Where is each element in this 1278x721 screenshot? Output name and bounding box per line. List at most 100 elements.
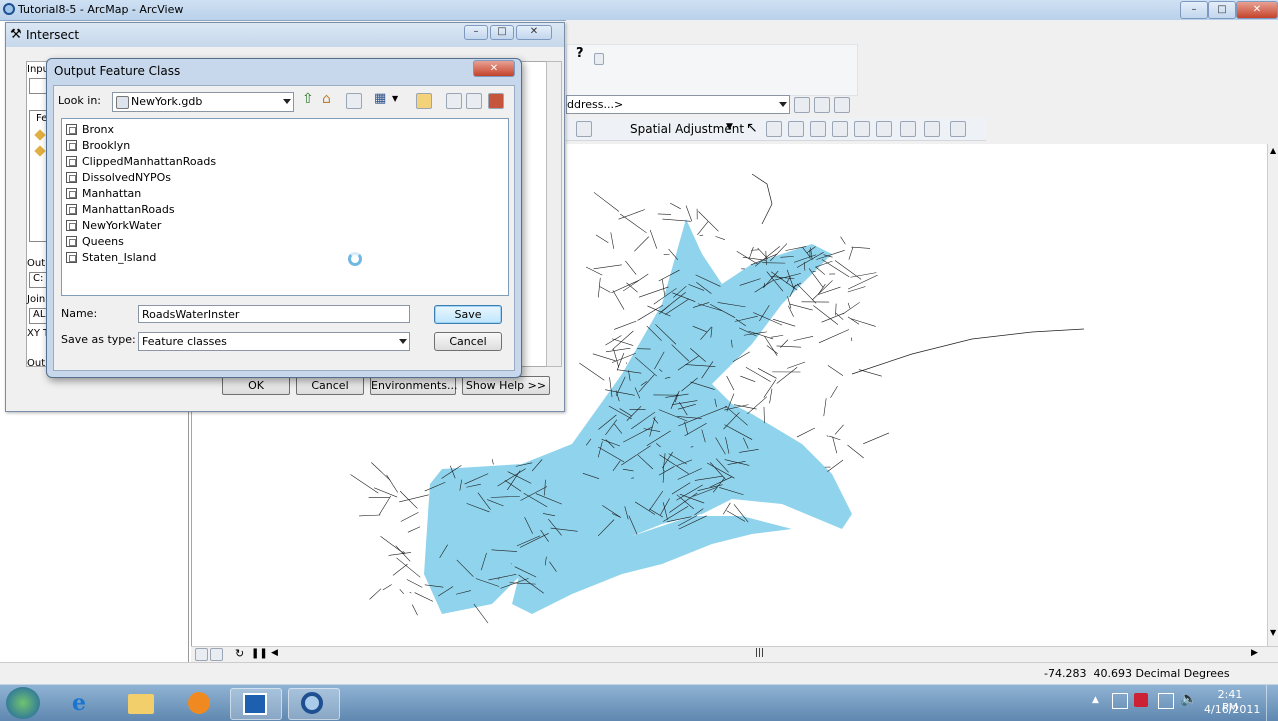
edge-match-icon[interactable] — [924, 121, 940, 137]
intersect-maximize-button[interactable]: □ — [490, 25, 514, 40]
ok-button[interactable]: OK — [222, 376, 290, 395]
attribute-transfer-icon[interactable] — [900, 121, 916, 137]
intersect-close-button[interactable]: ✕ — [516, 25, 552, 40]
taskbar: e ▲ 🔈 2:41 PM 4/16/2011 — [0, 684, 1278, 721]
view-menu-chevron-icon[interactable]: ▼ — [392, 94, 398, 103]
refresh-icon[interactable]: ↻ — [235, 647, 244, 660]
internet-explorer-icon[interactable]: e — [58, 688, 108, 718]
catalog-options-icon[interactable] — [446, 93, 462, 109]
polygon-feature-class-icon — [66, 140, 77, 151]
scroll-up-icon[interactable]: ▲ — [1270, 146, 1276, 155]
table-of-contents-pane[interactable] — [0, 410, 189, 662]
look-in-value: NewYork.gdb — [131, 95, 202, 108]
up-one-level-icon[interactable]: ⇧ — [302, 91, 314, 107]
review-icon[interactable] — [834, 97, 850, 113]
file-list-item[interactable]: Manhattan — [66, 186, 266, 202]
media-player-icon[interactable] — [174, 688, 224, 718]
file-list-item[interactable]: DissolvedNYPOs — [66, 170, 266, 186]
app-title: Tutorial8-5 - ArcMap - ArcView — [18, 3, 183, 16]
toolbar-area: ? ddress...> Spatial Adjustment ▼ ↖ — [566, 20, 1278, 144]
minimize-button[interactable]: – — [1180, 1, 1208, 19]
action-center-icon[interactable] — [1112, 693, 1128, 709]
help-icon[interactable]: ? — [576, 46, 584, 61]
file-list-item[interactable]: Brooklyn — [66, 138, 266, 154]
file-list-item-label: Queens — [82, 235, 124, 248]
data-view-icon[interactable] — [195, 648, 208, 661]
scroll-right-icon[interactable]: ▶ — [1251, 648, 1258, 658]
file-list-item-label: NewYorkWater — [82, 219, 161, 232]
intersect-scrollbar[interactable] — [546, 61, 562, 367]
home-icon[interactable]: ⌂ — [322, 91, 331, 107]
map-horizontal-scrollbar[interactable]: ↻ ❚❚ ◀ ||| ▶ — [191, 646, 1278, 663]
file-list-item-label: ClippedManhattanRoads — [82, 155, 216, 168]
link-tool-icon[interactable] — [788, 121, 804, 137]
volume-icon[interactable]: 🔈 — [1180, 691, 1197, 707]
dropdown-chevron-icon[interactable] — [594, 53, 604, 65]
adjust-tool-icon[interactable] — [766, 121, 782, 137]
intersect-minimize-button[interactable]: – — [464, 25, 488, 40]
look-in-combo[interactable]: NewYork.gdb — [112, 92, 294, 112]
file-list-item[interactable]: Queens — [66, 234, 266, 250]
name-label: Name: — [61, 307, 97, 320]
polygon-feature-class-icon — [66, 236, 77, 247]
file-list-item[interactable]: Staten_Island — [66, 250, 266, 266]
file-list-item[interactable]: Bronx — [66, 122, 266, 138]
arcmap-app-icon — [3, 3, 15, 15]
address-combo[interactable]: ddress...> — [566, 95, 790, 114]
identity-link-icon[interactable] — [876, 121, 892, 137]
file-list-item[interactable]: ManhattanRoads — [66, 202, 266, 218]
show-help-button[interactable]: Show Help >> — [462, 376, 550, 395]
map-vertical-scrollbar[interactable]: ▲ ▼ — [1267, 144, 1278, 646]
busy-spinner-icon — [348, 252, 362, 266]
file-list-item-label: Brooklyn — [82, 139, 130, 152]
security-alert-icon[interactable] — [1134, 693, 1148, 707]
add-icon[interactable] — [950, 121, 966, 137]
locate-icon[interactable] — [814, 97, 830, 113]
geocode-icon[interactable] — [794, 97, 810, 113]
intersect-cancel-button[interactable]: Cancel — [296, 376, 364, 395]
cancel-button[interactable]: Cancel — [434, 332, 502, 351]
select-arrow-icon[interactable]: ↖ — [746, 120, 758, 136]
name-field[interactable]: RoadsWaterInster — [138, 305, 410, 323]
close-button[interactable]: ✕ — [1236, 1, 1278, 19]
start-button[interactable] — [6, 687, 40, 719]
file-list-item-label: DissolvedNYPOs — [82, 171, 171, 184]
save-as-type-combo[interactable]: Feature classes — [138, 332, 410, 351]
file-list[interactable]: Bronx Brooklyn ClippedManhattanRoads Dissol… — [61, 118, 509, 296]
spatial-adjustment-toolbar: Spatial Adjustment ▼ ↖ — [566, 118, 986, 141]
spatial-adjustment-chevron-icon[interactable]: ▼ — [726, 122, 733, 132]
connect-folder-icon[interactable] — [346, 93, 362, 109]
save-button[interactable]: Save — [434, 305, 502, 324]
file-list-item-label: Bronx — [82, 123, 114, 136]
output-dialog-body: Look in: NewYork.gdb ⇧ ⌂ ▦ ▼ BronxBrookl… — [53, 85, 515, 371]
view-list-icon[interactable]: ▦ — [374, 91, 386, 106]
file-list-item[interactable]: ClippedManhattanRoads — [66, 154, 266, 170]
link-table-icon[interactable] — [832, 121, 848, 137]
scroll-thumb-grip[interactable]: ||| — [755, 648, 764, 658]
show-hidden-icons[interactable]: ▲ — [1092, 695, 1099, 705]
chevron-down-icon — [399, 339, 407, 344]
address-combo-value: ddress...> — [567, 98, 623, 111]
output-dialog-close-button[interactable]: ✕ — [473, 60, 515, 77]
environments-button[interactable]: Environments... — [370, 376, 456, 395]
rubbersheet-icon[interactable] — [810, 121, 826, 137]
file-list-item-label: Staten_Island — [82, 251, 156, 264]
show-desktop-button[interactable] — [1266, 685, 1278, 721]
new-geodatabase-icon[interactable] — [466, 93, 482, 109]
pause-drawing-icon[interactable]: ❚❚ — [251, 648, 268, 659]
network-icon[interactable] — [1158, 693, 1174, 709]
windows-explorer-icon[interactable] — [116, 688, 166, 718]
file-list-item[interactable]: NewYorkWater — [66, 218, 266, 234]
feature-item-icon — [34, 145, 45, 156]
clock-date[interactable]: 4/16/2011 — [1204, 703, 1256, 716]
arcmap-taskbar-button[interactable] — [288, 688, 340, 720]
maximize-button[interactable]: □ — [1208, 1, 1236, 19]
layout-view-icon[interactable] — [210, 648, 223, 661]
toolbox-icon[interactable] — [488, 93, 504, 109]
arccatalog-taskbar-button[interactable] — [230, 688, 282, 720]
scroll-down-icon[interactable]: ▼ — [1270, 628, 1276, 637]
new-folder-icon[interactable] — [416, 93, 432, 109]
scroll-left-icon[interactable]: ◀ — [271, 648, 278, 658]
editor-tool-icon[interactable] — [576, 121, 592, 137]
multi-displacement-icon[interactable] — [854, 121, 870, 137]
